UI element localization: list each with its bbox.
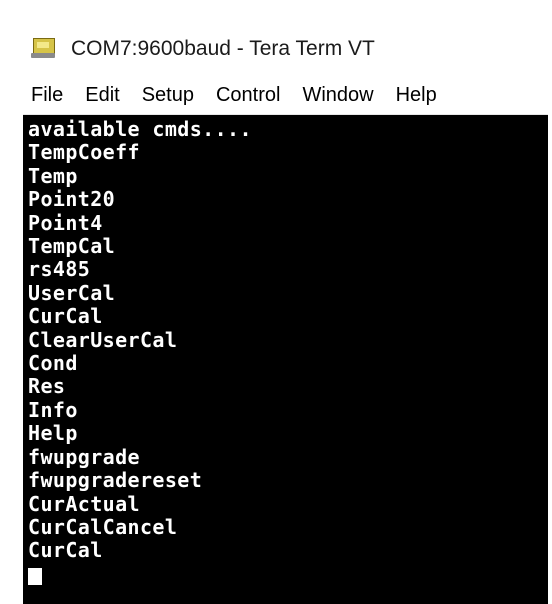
terminal-line: Temp xyxy=(28,163,78,188)
teraterm-app-icon[interactable] xyxy=(31,37,57,60)
menu-help[interactable]: Help xyxy=(385,84,448,107)
terminal-line: Help xyxy=(28,421,78,446)
window-title: COM7:9600baud - Tera Term VT xyxy=(71,36,375,60)
menu-control[interactable]: Control xyxy=(205,84,291,107)
terminal-line: Point4 xyxy=(28,210,103,235)
menu-bar: File Edit Setup Control Window Help xyxy=(23,76,548,115)
terminal-line: CurActual xyxy=(28,491,140,516)
terminal-line: Point20 xyxy=(28,187,116,212)
terminal-line: Res xyxy=(28,374,66,399)
terminal-line: CurCal xyxy=(28,304,103,329)
menu-file[interactable]: File xyxy=(23,84,74,107)
terminal-line: UserCal xyxy=(28,280,116,305)
terminal-line: fwupgradereset xyxy=(28,468,203,493)
title-bar[interactable]: COM7:9600baud - Tera Term VT xyxy=(23,21,548,76)
terminal-output[interactable]: available cmds.... TempCoeff Temp Point2… xyxy=(23,115,548,604)
menu-window[interactable]: Window xyxy=(291,84,384,107)
window-left-margin xyxy=(0,0,23,604)
menu-setup[interactable]: Setup xyxy=(131,84,205,107)
terminal-cursor-line xyxy=(28,563,252,586)
terminal-line: TempCal xyxy=(28,234,116,259)
terminal-lines: available cmds.... TempCoeff Temp Point2… xyxy=(28,117,252,586)
block-cursor-icon xyxy=(28,567,42,585)
terminal-line: CurCal xyxy=(28,538,103,563)
terminal-line: ClearUserCal xyxy=(28,327,178,352)
terminal-line: TempCoeff xyxy=(28,140,140,165)
terminal-line: Cond xyxy=(28,351,78,376)
terminal-line: Info xyxy=(28,397,78,422)
terminal-line: CurCalCancel xyxy=(28,514,178,539)
menu-edit[interactable]: Edit xyxy=(74,84,130,107)
terminal-line: fwupgrade xyxy=(28,444,140,469)
terminal-line: available cmds.... xyxy=(28,117,252,141)
terminal-line: rs485 xyxy=(28,257,91,282)
teraterm-window: COM7:9600baud - Tera Term VT File Edit S… xyxy=(0,0,552,604)
